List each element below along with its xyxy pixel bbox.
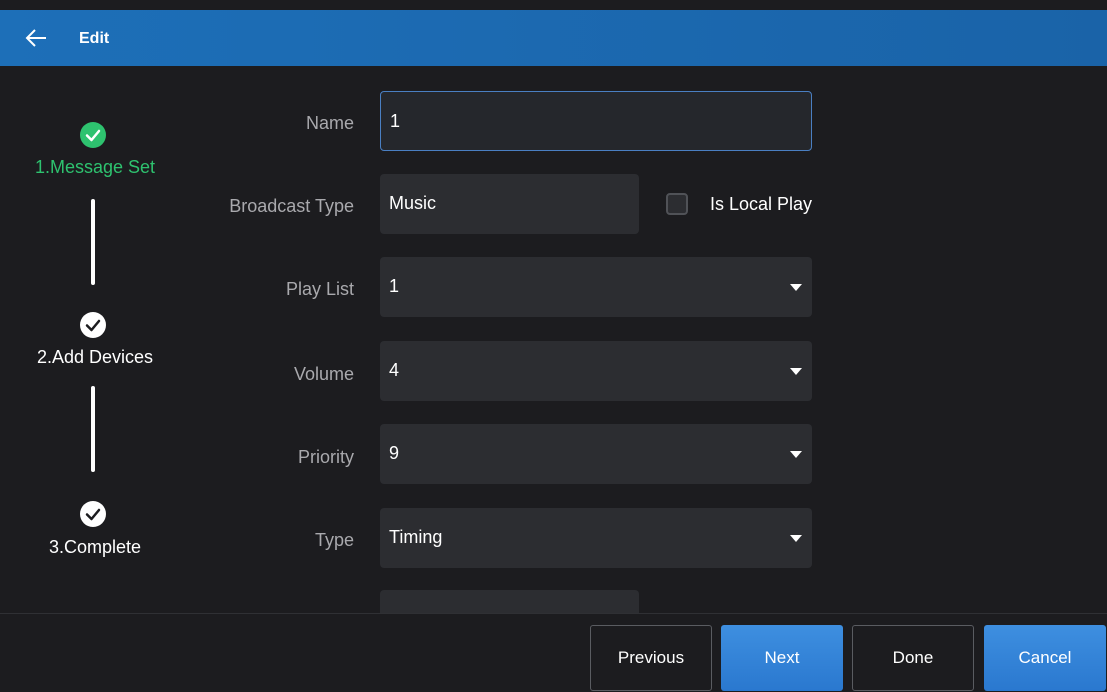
- next-field-partial[interactable]: [380, 590, 639, 614]
- broadcast-type-value: Music: [389, 193, 437, 213]
- type-label: Type: [314, 530, 354, 550]
- dropdown-caret-icon: [790, 284, 802, 291]
- is-local-play-label: Is Local Play: [710, 194, 813, 214]
- priority-label: Priority: [297, 447, 354, 467]
- play-list-label: Play List: [285, 279, 354, 299]
- name-input[interactable]: 1: [380, 91, 812, 151]
- priority-select[interactable]: 9: [380, 424, 812, 484]
- step-2-check-icon: [80, 312, 106, 338]
- dropdown-caret-icon: [790, 451, 802, 458]
- checkbox-box[interactable]: [666, 193, 688, 215]
- done-button[interactable]: Done: [852, 625, 974, 691]
- volume-label: Volume: [293, 364, 354, 384]
- broadcast-type-label: Broadcast Type: [229, 196, 354, 216]
- step-3-check-icon: [80, 501, 106, 527]
- cancel-button[interactable]: Cancel: [984, 625, 1106, 691]
- step-2-label: 2.Add Devices: [36, 347, 154, 367]
- type-value: Timing: [389, 527, 443, 547]
- step-connector: [91, 199, 95, 285]
- name-value: 1: [390, 111, 401, 131]
- step-1-check-icon: [80, 122, 106, 148]
- footer-bar: Previous Next Done Cancel: [0, 613, 1107, 692]
- type-select[interactable]: Timing: [380, 508, 812, 568]
- priority-value: 9: [389, 443, 400, 463]
- app-header: Edit: [0, 10, 1107, 66]
- step-3-label: 3.Complete: [48, 537, 142, 557]
- back-arrow-icon[interactable]: [22, 24, 54, 52]
- play-list-select[interactable]: 1: [380, 257, 812, 317]
- name-label: Name: [305, 113, 354, 133]
- step-connector: [91, 386, 95, 472]
- volume-select[interactable]: 4: [380, 341, 812, 401]
- step-indicator: 1.Message Set 2.Add Devices 3.Complete: [0, 66, 190, 611]
- volume-value: 4: [389, 360, 400, 380]
- page-title: Edit: [79, 30, 110, 47]
- step-1-label: 1.Message Set: [34, 157, 156, 177]
- next-button[interactable]: Next: [721, 625, 843, 691]
- play-list-value: 1: [389, 276, 400, 296]
- dropdown-caret-icon: [790, 535, 802, 542]
- broadcast-type-field[interactable]: Music: [380, 174, 639, 234]
- dropdown-caret-icon: [790, 368, 802, 375]
- previous-button[interactable]: Previous: [590, 625, 712, 691]
